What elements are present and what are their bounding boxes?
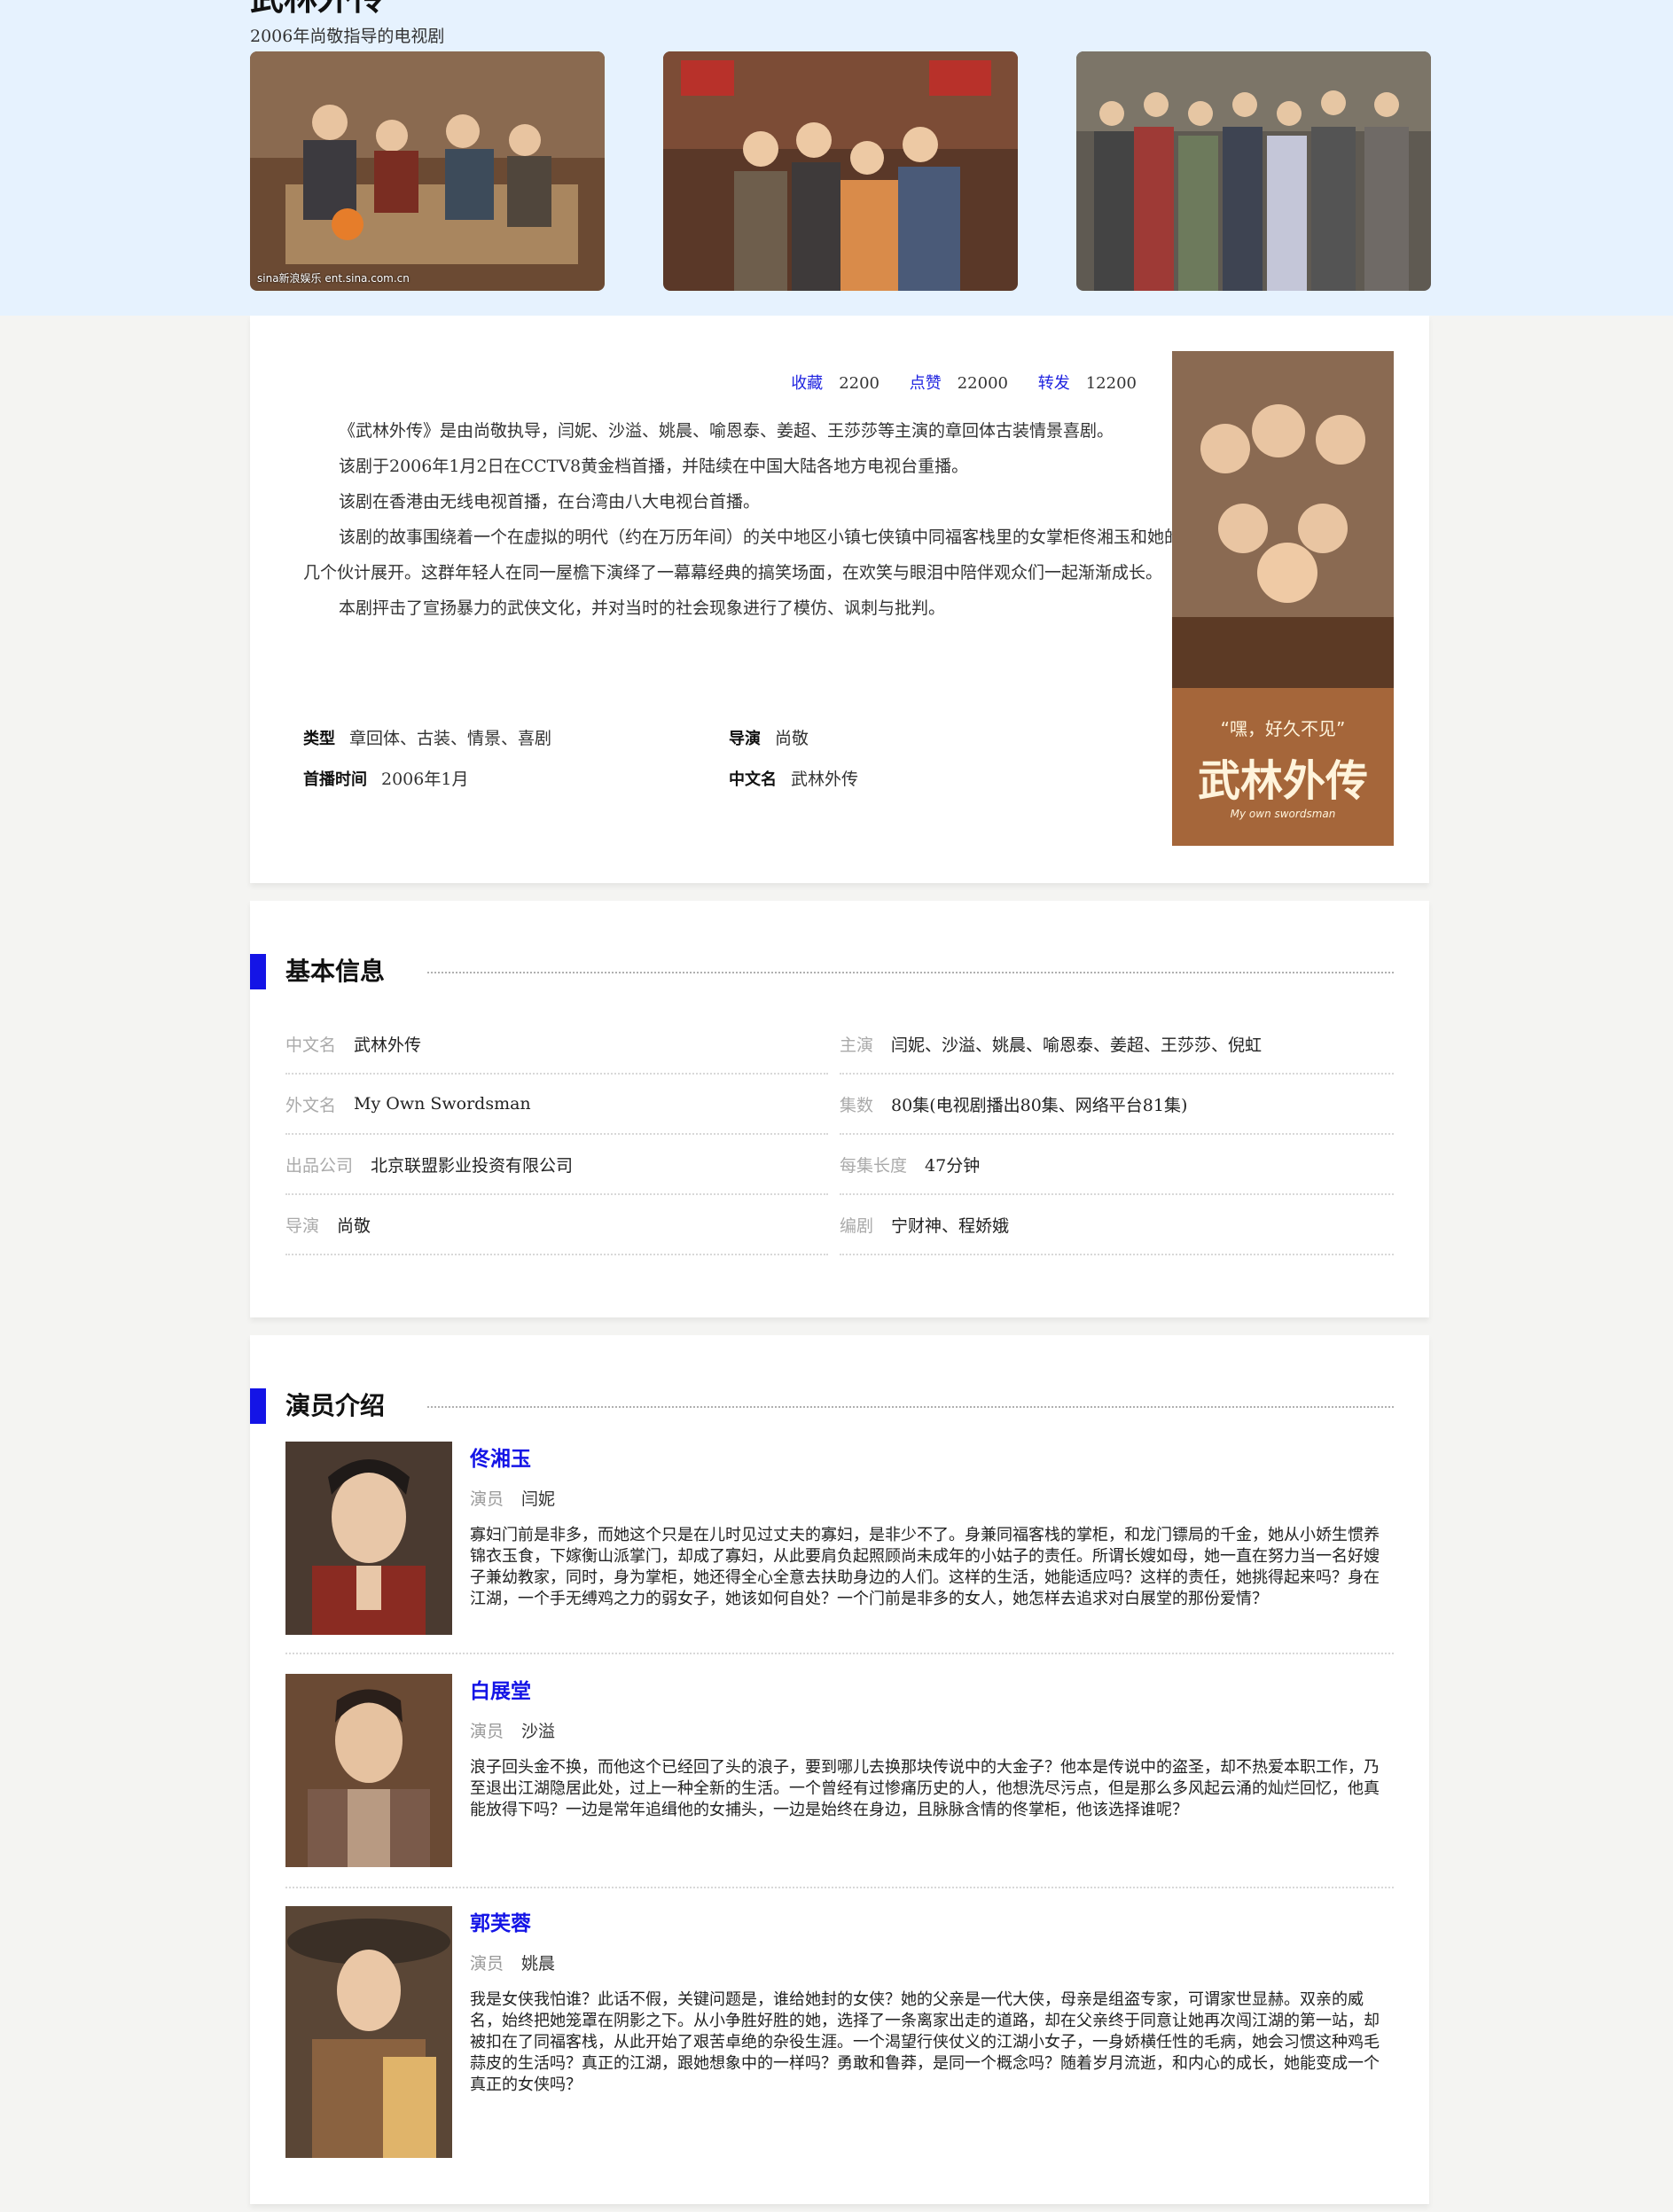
actor-photo[interactable] (285, 1906, 452, 2158)
intro-paragraph: 该剧于2006年1月2日在CCTV8黄金档首播，并陆续在中国大陆各地方电视台重播… (339, 457, 969, 476)
image-caption: sina新浪娱乐 ent.sina.com.cn (257, 272, 410, 285)
favorite-link[interactable]: 收藏 (791, 374, 823, 393)
hero-photo-2 (663, 51, 1018, 291)
actor-entry: 白展堂 演员 沙溢 浪子回头金不换，而他这个已经回了头的浪子，要到哪儿去换那块传说… (285, 1674, 1394, 1888)
share-count: 12200 (1085, 374, 1137, 393)
fact-chinese-name: 中文名 武林外传 (729, 770, 859, 789)
cast-card: 演员介绍 佟湘玉 演员 闫妮 寡妇门前是非多，而她这个只是在儿时见过丈夫的寡妇，是… (250, 1335, 1429, 2204)
page-title: 武林外传 (250, 0, 385, 16)
info-row: 导演 尚敬 (285, 1195, 828, 1255)
hero-image-1[interactable]: sina新浪娱乐 ent.sina.com.cn (250, 51, 605, 291)
page-subtitle: 2006年尚敬指导的电视剧 (250, 27, 445, 46)
actor-photo-image (285, 1906, 452, 2158)
intro-paragraph: 该剧在香港由无线电视首播，在台湾由八大电视台首播。 (339, 492, 761, 512)
info-row: 外文名 My Own Swordsman (285, 1075, 828, 1135)
actor-photo-image (285, 1442, 452, 1635)
favorite-count: 2200 (839, 374, 879, 393)
fact-premiere: 首播时间 2006年1月 (303, 770, 469, 789)
info-row: 编剧 宁财神、程娇娥 (840, 1195, 1394, 1255)
share-link[interactable]: 转发 (1038, 374, 1070, 393)
intro-paragraph: 《武林外传》是由尚敬执导，闫妮、沙溢、姚晨、喻恩泰、姜超、王莎莎等主演的章回体古… (339, 421, 1114, 441)
actor-entry: 郭芙蓉 演员 姚晨 我是女侠我怕谁？此话不假，关键问题是，谁给她封的女侠？她的父亲… (285, 1906, 1394, 2161)
section-divider (427, 972, 1394, 973)
actor-role: 演员 闫妮 (470, 1489, 556, 1509)
intro-paragraph: 本剧抨击了宣扬暴力的武侠文化，并对当时的社会现象进行了模仿、讽刺与批判。 (339, 598, 946, 618)
poster-tagline: “嘿，好久不见” (1220, 718, 1346, 739)
hero-gallery: sina新浪娱乐 ent.sina.com.cn (250, 51, 1431, 291)
hero-photo-1 (250, 51, 605, 291)
actor-role: 演员 姚晨 (470, 1954, 556, 1974)
info-row: 集数 80集(电视剧播出80集、网络平台81集) (840, 1075, 1394, 1135)
hero-photo-3 (1076, 51, 1431, 291)
actor-photo[interactable] (285, 1674, 452, 1867)
actor-description: 我是女侠我怕谁？此话不假，关键问题是，谁给她封的女侠？她的父亲是一代大侠，母亲是… (470, 1990, 1380, 2094)
actor-description: 浪子回头金不换，而他这个已经回了头的浪子，要到哪儿去换那块传说中的大金子？他本是… (470, 1758, 1380, 1819)
actor-photo-image (285, 1674, 452, 1867)
section-title: 基本信息 (285, 957, 386, 986)
character-name-link[interactable]: 佟湘玉 (470, 1442, 531, 1472)
hero-image-3[interactable] (1076, 51, 1431, 291)
poster-logo-en: My own swordsman (1230, 808, 1336, 820)
fact-type: 类型 章回体、古装、情景、喜剧 (303, 729, 552, 748)
actor-role: 演员 沙溢 (470, 1722, 556, 1741)
section-accent-bar (250, 1388, 266, 1424)
section-accent-bar (250, 954, 266, 989)
intro-paragraph: 该剧的故事围绕着一个在虚拟的明代（约在万历年间）的关中地区小镇七侠镇中同福客栈里… (303, 528, 1182, 582)
stats-bar: 收藏 2200 点赞 22000 转发 12200 (250, 371, 1137, 394)
hero-banner: 武林外传 2006年尚敬指导的电视剧 sina新浪娱 (0, 0, 1673, 316)
info-row: 主演 闫妮、沙溢、姚晨、喻恩泰、姜超、王莎莎、倪虹 (840, 1014, 1394, 1075)
section-header: 演员介绍 (250, 1388, 1429, 1424)
section-title: 演员介绍 (285, 1391, 386, 1420)
section-header: 基本信息 (250, 954, 1429, 989)
poster-image[interactable]: “嘿，好久不见” 武林外传 My own swordsman (1172, 351, 1394, 846)
info-row: 每集长度 47分钟 (840, 1135, 1394, 1195)
actor-description: 寡妇门前是非多，而她这个只是在儿时见过丈夫的寡妇，是非少不了。身兼同福客栈的掌柜… (470, 1526, 1380, 1608)
like-count: 22000 (957, 374, 1008, 393)
character-name-link[interactable]: 白展堂 (470, 1674, 531, 1704)
info-row: 中文名 武林外传 (285, 1014, 828, 1075)
like-link[interactable]: 点赞 (910, 374, 942, 393)
section-divider (427, 1406, 1394, 1408)
basic-info-card: 基本信息 中文名 武林外传 主演 闫妮、沙溢、姚晨、喻恩泰、姜超、王莎莎、倪虹 外文… (250, 901, 1429, 1317)
summary-card: 收藏 2200 点赞 22000 转发 12200 《武林外传》是由尚敬执导，闫妮、沙… (250, 316, 1429, 883)
hero-image-2[interactable] (663, 51, 1018, 291)
intro-text: 《武林外传》是由尚敬执导，闫妮、沙溢、姚晨、喻恩泰、姜超、王莎莎等主演的章回体古… (303, 413, 1190, 626)
actor-photo[interactable] (285, 1442, 452, 1635)
character-name-link[interactable]: 郭芙蓉 (470, 1906, 531, 1936)
poster-logo: 武林外传 (1197, 756, 1368, 806)
actor-entry: 佟湘玉 演员 闫妮 寡妇门前是非多，而她这个只是在儿时见过丈夫的寡妇，是非少不了。… (285, 1442, 1394, 1654)
info-row: 出品公司 北京联盟影业投资有限公司 (285, 1135, 828, 1195)
fact-director: 导演 尚敬 (729, 729, 809, 748)
